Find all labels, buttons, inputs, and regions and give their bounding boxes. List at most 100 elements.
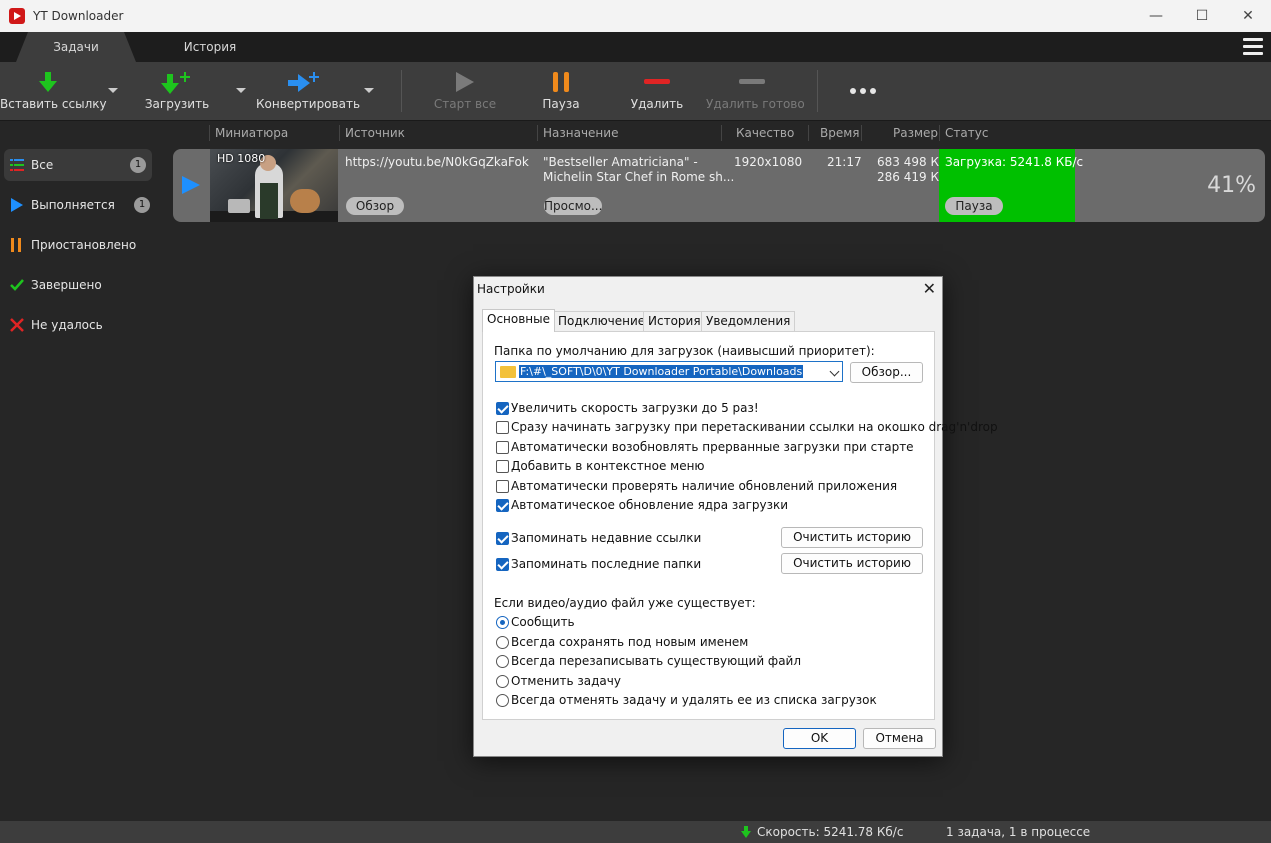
- browse-source-button[interactable]: Обзор: [346, 197, 404, 215]
- settings-dialog: Настройки ✕ Основные Подключение История…: [473, 276, 998, 757]
- task-row[interactable]: HD 1080 https://youtu.be/N0kGqZkaFok Обз…: [173, 149, 1265, 222]
- preview-button[interactable]: Просмо...: [544, 197, 602, 215]
- minus-icon: [644, 79, 670, 84]
- sidebar-item-label: Не удалось: [31, 318, 103, 332]
- paste-link-button[interactable]: Вставить ссылку: [0, 62, 107, 120]
- task-pause-button[interactable]: Пауза: [945, 197, 1003, 215]
- sidebar-item-paused[interactable]: Приостановлено: [0, 225, 160, 265]
- maximize-button[interactable]: ☐: [1179, 0, 1225, 32]
- tab-connection[interactable]: Подключение: [553, 311, 651, 331]
- app-title: YT Downloader: [33, 9, 124, 23]
- status-bar: Скорость: 5241.78 Кб/с 1 задача, 1 в про…: [0, 821, 1271, 843]
- start-all-label: Старт все: [433, 97, 497, 111]
- download-speed-icon: [741, 826, 751, 838]
- checkbox-core-update[interactable]: [496, 499, 509, 512]
- paste-link-dropdown-icon[interactable]: [108, 88, 118, 93]
- col-quality[interactable]: Качество: [736, 126, 794, 140]
- toolbar-separator: [401, 70, 402, 112]
- more-options-icon[interactable]: [850, 88, 876, 94]
- download-add-icon: [161, 72, 190, 94]
- checkbox-boost-speed[interactable]: [496, 402, 509, 415]
- sidebar-item-label: Выполняется: [31, 198, 115, 212]
- sidebar-item-running[interactable]: Выполняется 1: [0, 185, 160, 225]
- radio-cancel-task[interactable]: [496, 675, 509, 688]
- list-icon: [10, 159, 24, 171]
- checkbox-auto-resume[interactable]: [496, 441, 509, 454]
- play-icon: [11, 198, 23, 212]
- video-title-line2: Michelin Star Chef in Rome sh...: [543, 170, 735, 184]
- browse-folder-button[interactable]: Обзор...: [850, 362, 923, 383]
- convert-dropdown-icon[interactable]: [364, 88, 374, 93]
- radio-overwrite[interactable]: [496, 655, 509, 668]
- radio-label: Отменить задачу: [511, 674, 621, 688]
- checkbox-check-updates[interactable]: [496, 480, 509, 493]
- close-icon[interactable]: ✕: [923, 279, 936, 298]
- col-thumbnail[interactable]: Миниатюра: [215, 126, 288, 140]
- checkbox-context-menu[interactable]: [496, 460, 509, 473]
- file-exists-label: Если видео/аудио файл уже существует:: [494, 596, 756, 610]
- radio-label: Всегда отменять задачу и удалять ее из с…: [511, 693, 877, 707]
- tab-dialog-history[interactable]: История: [643, 311, 706, 331]
- main-tab-bar: Задачи История: [0, 32, 1271, 62]
- col-size[interactable]: Размер: [893, 126, 938, 140]
- start-all-button[interactable]: Старт все: [430, 62, 500, 120]
- col-destination[interactable]: Назначение: [543, 126, 618, 140]
- sidebar-item-completed[interactable]: Завершено: [0, 265, 160, 305]
- checkbox-label: Автоматически возобновлять прерванные за…: [511, 440, 914, 454]
- col-time[interactable]: Время: [820, 126, 860, 140]
- download-speed: Скорость: 5241.78 Кб/с: [757, 825, 904, 839]
- paste-link-label: Вставить ссылку: [0, 97, 107, 111]
- sidebar-item-failed[interactable]: Не удалось: [0, 305, 160, 345]
- progress-percent: 41%: [1207, 173, 1256, 198]
- tab-notifications[interactable]: Уведомления: [701, 311, 796, 331]
- checkbox-label: Увеличить скорость загрузки до 5 раз!: [511, 401, 759, 415]
- convert-button[interactable]: Конвертировать: [256, 62, 360, 120]
- checkbox-remember-folders[interactable]: [496, 558, 509, 571]
- checkbox-label: Автоматически проверять наличие обновлен…: [511, 479, 898, 493]
- radio-ask[interactable]: [496, 616, 509, 629]
- tab-general[interactable]: Основные: [482, 309, 556, 332]
- play-icon[interactable]: [182, 176, 200, 194]
- delete-done-button[interactable]: Удалить готово: [706, 62, 805, 120]
- video-thumbnail[interactable]: HD 1080: [210, 149, 338, 222]
- checkbox-remember-links[interactable]: [496, 532, 509, 545]
- pause-icon: [553, 72, 569, 92]
- download-folder-select[interactable]: F:\#\_SOFT\D\0\YT Downloader Portable\Do…: [495, 361, 843, 382]
- pause-button[interactable]: Пауза: [528, 62, 594, 120]
- tab-history[interactable]: История: [170, 32, 250, 62]
- chevron-down-icon[interactable]: [829, 366, 840, 377]
- convert-add-icon: [288, 72, 319, 92]
- radio-label: Всегда сохранять под новым именем: [511, 635, 749, 649]
- cancel-button[interactable]: Отмена: [863, 728, 936, 749]
- size-total: 683 498 КБ: [877, 155, 948, 169]
- checkbox-label: Запоминать последние папки: [511, 557, 702, 571]
- delete-done-label: Удалить готово: [706, 97, 805, 111]
- radio-save-new-name[interactable]: [496, 636, 509, 649]
- download-dropdown-icon[interactable]: [236, 88, 246, 93]
- clear-folders-history-button[interactable]: Очистить историю: [781, 553, 923, 574]
- delete-button[interactable]: Удалить: [625, 62, 689, 120]
- checkbox-auto-start-drag[interactable]: [496, 421, 509, 434]
- sidebar-item-all[interactable]: Все 1: [4, 149, 152, 181]
- menu-icon[interactable]: [1243, 38, 1263, 56]
- minimize-button[interactable]: —: [1133, 0, 1179, 32]
- download-button[interactable]: Загрузить: [140, 62, 214, 120]
- col-status[interactable]: Статус: [945, 126, 988, 140]
- toolbar: Вставить ссылку Загрузить Конвертировать…: [0, 62, 1271, 120]
- delete-label: Удалить: [630, 97, 684, 111]
- ok-button[interactable]: OK: [783, 728, 856, 749]
- pause-icon: [11, 238, 21, 252]
- checkbox-label: Запоминать недавние ссылки: [511, 531, 702, 545]
- arrow-down-icon: [39, 72, 57, 92]
- tab-tasks[interactable]: Задачи: [16, 32, 136, 62]
- close-window-button[interactable]: ✕: [1225, 0, 1271, 32]
- clear-links-history-button[interactable]: Очистить историю: [781, 527, 923, 548]
- radio-cancel-remove[interactable]: [496, 694, 509, 707]
- col-source[interactable]: Источник: [345, 126, 405, 140]
- radio-label: Сообщить: [511, 615, 575, 629]
- sidebar-item-label: Все: [31, 158, 54, 172]
- checkbox-label: Добавить в контекстное меню: [511, 459, 705, 473]
- dialog-title: Настройки: [477, 282, 545, 296]
- download-label: Загрузить: [144, 97, 210, 111]
- play-icon: [456, 72, 474, 92]
